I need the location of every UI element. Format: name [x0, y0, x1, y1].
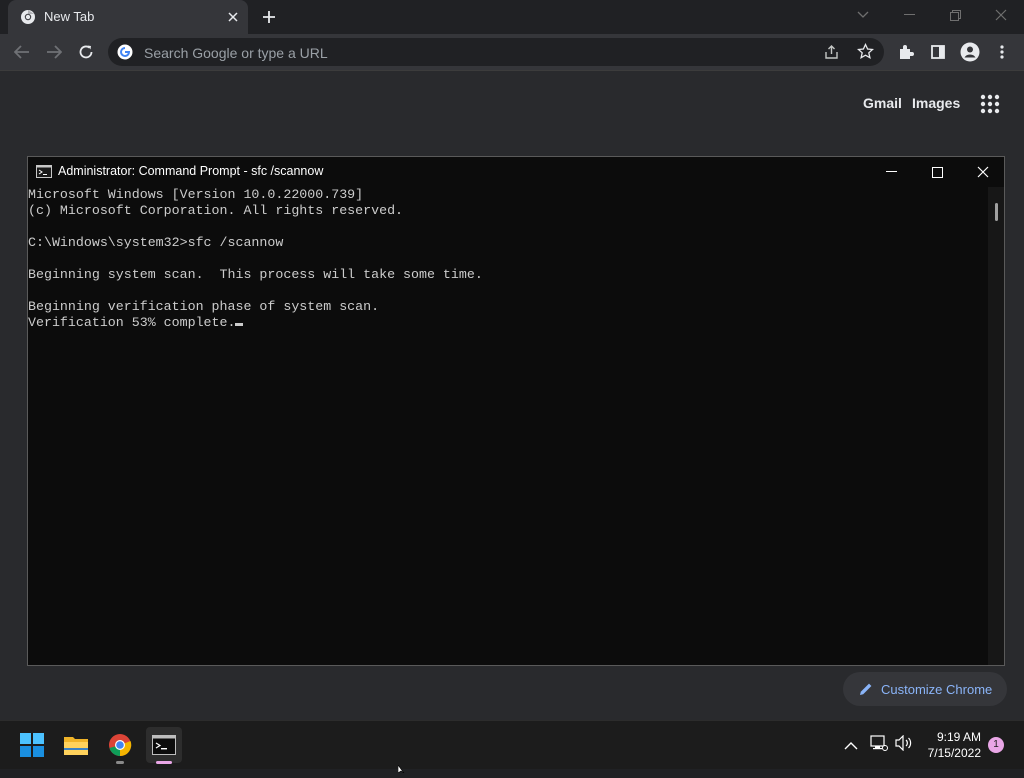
omnibox-input[interactable]: [142, 42, 786, 64]
forward-arrow-icon[interactable]: [40, 38, 68, 66]
console-line: Beginning system scan. This process will…: [28, 267, 483, 282]
share-icon[interactable]: [824, 44, 840, 65]
network-icon[interactable]: [870, 735, 888, 756]
console-line: ​: [28, 283, 988, 299]
taskbar-time[interactable]: 9:19 AM: [910, 730, 981, 744]
cmd-window-title: Administrator: Command Prompt - sfc /sca…: [58, 164, 324, 178]
bookmark-star-icon[interactable]: [856, 42, 875, 65]
close-browser-icon[interactable]: [978, 0, 1024, 30]
google-apps-icon[interactable]: [980, 94, 1000, 119]
console-line: ​: [28, 251, 988, 267]
notification-badge[interactable]: 1: [988, 737, 1004, 753]
scrollbar-thumb[interactable]: [995, 203, 998, 221]
google-g-icon: [117, 44, 133, 65]
new-tab-button[interactable]: [258, 6, 280, 28]
cmd-app-icon: [36, 165, 52, 183]
chrome-icon: [20, 9, 36, 30]
gmail-link[interactable]: Gmail: [863, 95, 902, 111]
mouse-pointer-icon: [397, 760, 408, 778]
cmd-close-icon[interactable]: [960, 157, 1006, 187]
cmd-active-indicator: [156, 761, 172, 764]
cmd-minimize-icon[interactable]: [868, 157, 914, 187]
chrome-running-indicator: [116, 761, 124, 764]
customize-chrome-label: Customize Chrome: [881, 682, 993, 697]
images-link[interactable]: Images: [912, 95, 960, 111]
taskbar-date[interactable]: 7/15/2022: [910, 746, 981, 760]
console-line: Microsoft Windows [Version 10.0.22000.73…: [28, 187, 364, 202]
console-line-progress: Verification 53% complete.: [28, 315, 988, 331]
text-cursor: [235, 323, 244, 326]
command-prompt-window[interactable]: Administrator: Command Prompt - sfc /sca…: [27, 156, 1005, 666]
console-line: (c) Microsoft Corporation. All rights re…: [28, 203, 404, 218]
browser-toolbar: [0, 34, 1024, 70]
verification-progress-text: Verification 53% complete.: [28, 315, 236, 330]
tab-title: New Tab: [44, 9, 95, 24]
tab-search-icon[interactable]: [840, 0, 886, 30]
back-arrow-icon[interactable]: [8, 38, 36, 66]
side-panel-icon[interactable]: [924, 38, 952, 66]
tab-new-tab[interactable]: New Tab: [8, 0, 248, 34]
customize-chrome-button[interactable]: Customize Chrome: [843, 672, 1007, 706]
cmd-taskbar-icon[interactable]: [146, 727, 182, 763]
restore-browser-icon[interactable]: [932, 0, 978, 30]
tab-strip: New Tab: [0, 0, 1024, 34]
reload-icon[interactable]: [72, 38, 100, 66]
console-scrollbar[interactable]: [988, 187, 1004, 665]
console-line: C:\Windows\system32>sfc /scannow: [28, 235, 284, 250]
extensions-puzzle-icon[interactable]: [892, 38, 920, 66]
chrome-taskbar-icon[interactable]: [102, 727, 138, 763]
cmd-title-bar[interactable]: Administrator: Command Prompt - sfc /sca…: [28, 157, 1004, 187]
windows-start-icon[interactable]: [14, 727, 50, 763]
cmd-maximize-icon[interactable]: [914, 157, 960, 187]
chrome-menu-icon[interactable]: [988, 38, 1016, 66]
omnibox[interactable]: [108, 38, 884, 66]
profile-avatar-icon[interactable]: [956, 38, 984, 66]
console-line: Beginning verification phase of system s…: [28, 299, 380, 314]
windows-taskbar: 9:19 AM 7/15/2022 1: [0, 720, 1024, 769]
minimize-browser-icon[interactable]: [886, 0, 932, 30]
pencil-icon: [859, 682, 873, 701]
close-tab-icon[interactable]: [224, 8, 242, 26]
console-output[interactable]: Microsoft Windows [Version 10.0.22000.73…: [28, 187, 988, 665]
file-explorer-icon[interactable]: [58, 727, 94, 763]
console-line: ​: [28, 219, 988, 235]
show-hidden-icons-chevron-icon[interactable]: [844, 737, 858, 755]
